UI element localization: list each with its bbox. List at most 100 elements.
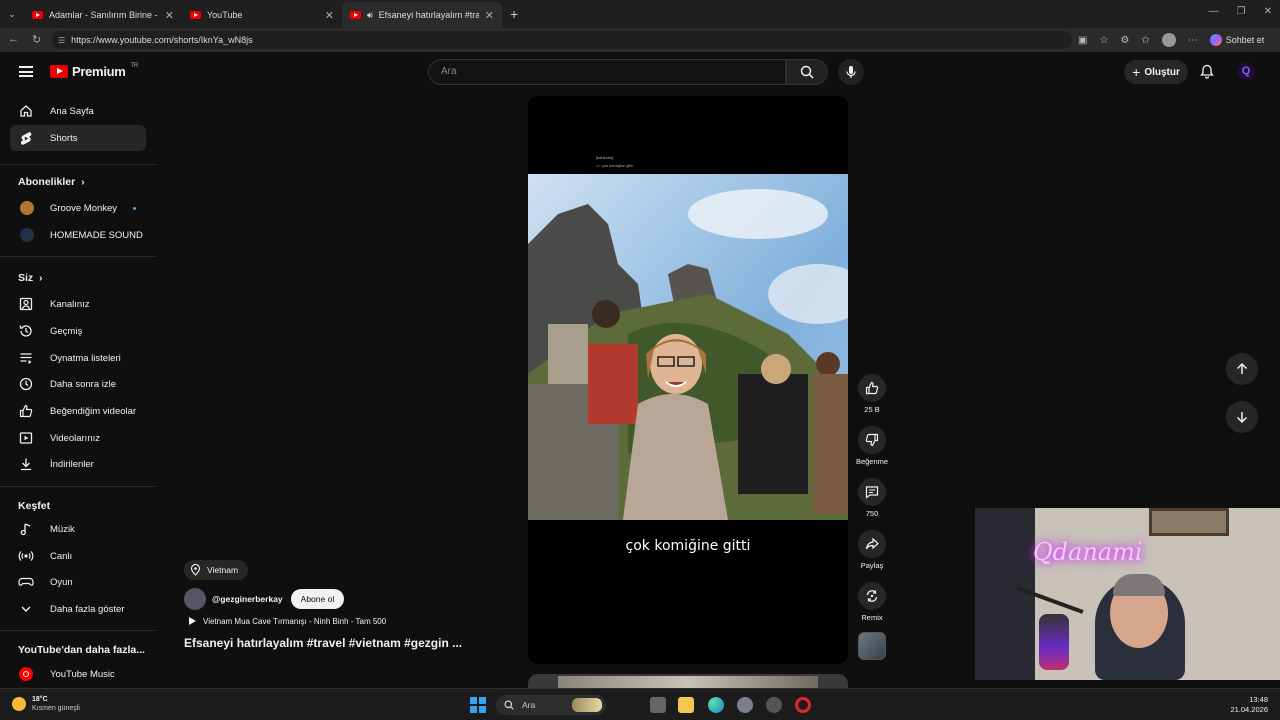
tab-list-button[interactable]: ⌄: [0, 1, 24, 27]
clock-time: 13:48: [1249, 695, 1268, 704]
youtube-logo-icon: [50, 65, 68, 78]
neon-sign: Qdanami: [1033, 538, 1143, 566]
youtube-music-icon: [18, 666, 34, 682]
next-short-preview[interactable]: [528, 674, 848, 688]
close-tab-icon[interactable]: ✕: [325, 9, 334, 22]
tab-title: Efsaneyi hatırlayalım #travel #: [378, 10, 479, 20]
favorite-star-icon[interactable]: ☆: [1099, 35, 1108, 46]
youtube-favicon-icon: [350, 11, 361, 19]
copilot-chat-button[interactable]: Sohbet et: [1209, 34, 1264, 46]
start-button[interactable]: [470, 697, 486, 713]
close-tab-icon[interactable]: ✕: [165, 9, 174, 22]
you-heading[interactable]: Siz ›: [18, 272, 43, 284]
app-icon[interactable]: [766, 697, 782, 713]
dislike-button[interactable]: [858, 426, 886, 454]
voice-search-button[interactable]: [838, 59, 864, 85]
weather-widget[interactable]: 18°C Kısmen güneşli: [12, 695, 80, 713]
sidebar-item-music[interactable]: Müzik: [10, 516, 146, 542]
taskbar-search[interactable]: Ara: [496, 695, 606, 715]
settings-icon[interactable]: [737, 697, 753, 713]
sidebar-item-label: Geçmiş: [50, 325, 83, 337]
share-action[interactable]: Paylaş: [854, 530, 890, 570]
browser-tab[interactable]: Adamlar - Sanılırım Birine - YouTube ✕: [24, 2, 182, 28]
sidebar-item-gaming[interactable]: Oyun: [10, 569, 146, 595]
close-tab-icon[interactable]: ✕: [485, 9, 494, 22]
task-view-icon[interactable]: [650, 697, 666, 713]
notifications-bell-icon[interactable]: [1200, 64, 1214, 84]
minimize-icon[interactable]: —: [1209, 6, 1219, 17]
edge-browser-icon[interactable]: [708, 697, 724, 713]
subscribe-button[interactable]: Abone ol: [290, 589, 345, 609]
site-info-icon[interactable]: ☰: [58, 36, 65, 45]
sidebar-item-watch-later[interactable]: Daha sonra izle: [10, 371, 146, 397]
dislike-action[interactable]: Beğenme: [854, 426, 890, 466]
search-icon: [504, 700, 514, 710]
sidebar-item-groove-monkey[interactable]: Groove Monkey: [10, 195, 146, 221]
share-button[interactable]: [858, 530, 886, 558]
sidebar-item-downloads[interactable]: İndirilenler: [10, 451, 146, 477]
like-button[interactable]: [858, 374, 886, 402]
location-chip[interactable]: Vietnam: [184, 560, 249, 580]
sidebar-item-liked-videos[interactable]: Beğendiğim videolar: [10, 398, 146, 424]
microphone-icon: [846, 66, 856, 78]
profile-avatar[interactable]: [1161, 33, 1176, 47]
remix-action[interactable]: Remix: [854, 582, 890, 622]
create-button[interactable]: + Oluştur: [1124, 60, 1188, 84]
location-label: Vietnam: [207, 565, 239, 575]
subscriptions-heading[interactable]: Abonelikler ›: [18, 176, 85, 188]
sidebar-item-playlists[interactable]: Oynatma listeleri: [10, 345, 146, 371]
browser-tab[interactable]: YouTube ✕: [182, 2, 342, 28]
sidebar-item-show-more[interactable]: Daha fazla göster: [10, 596, 146, 622]
history-icon: [18, 323, 34, 339]
hamburger-menu-icon[interactable]: [19, 66, 33, 77]
music-row[interactable]: Vietnam Mua Cave Tırmanışı - Ninh Binh -…: [188, 616, 386, 626]
sidebar-item-live[interactable]: Canlı: [10, 543, 146, 569]
channel-name[interactable]: @gezginerberkay: [212, 594, 283, 604]
sidebar-item-history[interactable]: Geçmiş: [10, 318, 146, 344]
close-window-icon[interactable]: ✕: [1264, 6, 1272, 17]
search-button[interactable]: [786, 59, 828, 85]
url-field[interactable]: ☰ https://www.youtube.com/shorts/IknYa_w…: [52, 31, 1072, 49]
browser-tab-active[interactable]: 🔊︎ Efsaneyi hatırlayalım #travel # ✕: [342, 2, 502, 28]
sidebar-item-your-videos[interactable]: Videolarınız: [10, 425, 146, 451]
reload-icon[interactable]: ↻: [32, 33, 41, 46]
overlay-line: >> çok komiğine gitti.: [596, 163, 634, 168]
comments-button[interactable]: [858, 478, 886, 506]
more-menu-icon[interactable]: ⋯: [1188, 35, 1198, 46]
previous-short-button[interactable]: [1226, 353, 1258, 385]
sidebar-item-home[interactable]: Ana Sayfa: [10, 98, 146, 124]
new-tab-button[interactable]: +: [510, 6, 518, 22]
account-avatar[interactable]: Q: [1237, 62, 1255, 80]
tab-title: YouTube: [207, 10, 243, 20]
youtube-logo[interactable]: Premium TR: [50, 63, 138, 79]
maximize-icon[interactable]: ❐: [1237, 6, 1246, 17]
comment-icon: [865, 486, 879, 499]
window-controls: — ❐ ✕: [1209, 6, 1272, 17]
file-explorer-icon[interactable]: [678, 697, 694, 713]
sidebar-item-label: Ana Sayfa: [50, 105, 94, 117]
speaker-icon[interactable]: 🔊︎: [367, 10, 373, 21]
sidebar-item-your-channel[interactable]: Kanalınız: [10, 291, 146, 317]
sidebar-item-label: Canlı: [50, 550, 73, 562]
opera-browser-icon[interactable]: [795, 697, 811, 713]
sound-thumbnail[interactable]: [858, 632, 886, 660]
gamepad-icon: [18, 574, 34, 590]
sidebar-item-homemade-sound[interactable]: HOMEMADE SOUND: [10, 222, 146, 248]
back-icon[interactable]: ←: [8, 33, 19, 45]
short-title[interactable]: Efsaneyi hatırlayalım #travel #vietnam #…: [184, 636, 462, 650]
extensions-icon[interactable]: ⚙: [1120, 35, 1129, 46]
remix-button[interactable]: [858, 582, 886, 610]
sidebar-item-shorts[interactable]: Shorts: [10, 125, 146, 151]
favorites-icon[interactable]: ✩: [1141, 35, 1149, 46]
sidebar-item-label: Oynatma listeleri: [50, 352, 121, 364]
like-action[interactable]: 25 B: [854, 374, 890, 414]
shorts-video-player[interactable]: [kahkaha] >> çok komiğine gitti. çok kom…: [528, 96, 848, 664]
comments-action[interactable]: 750: [854, 478, 890, 518]
channel-avatar[interactable]: [184, 588, 206, 610]
sidebar-item-youtube-music[interactable]: YouTube Music: [10, 661, 146, 687]
search-input[interactable]: Ara: [428, 59, 786, 85]
sidebar-item-label: Beğendiğim videolar: [50, 405, 137, 417]
next-short-button[interactable]: [1226, 401, 1258, 433]
clock[interactable]: 13:48 21.04.2026: [1230, 695, 1268, 715]
read-mode-icon[interactable]: ▣: [1078, 35, 1087, 46]
